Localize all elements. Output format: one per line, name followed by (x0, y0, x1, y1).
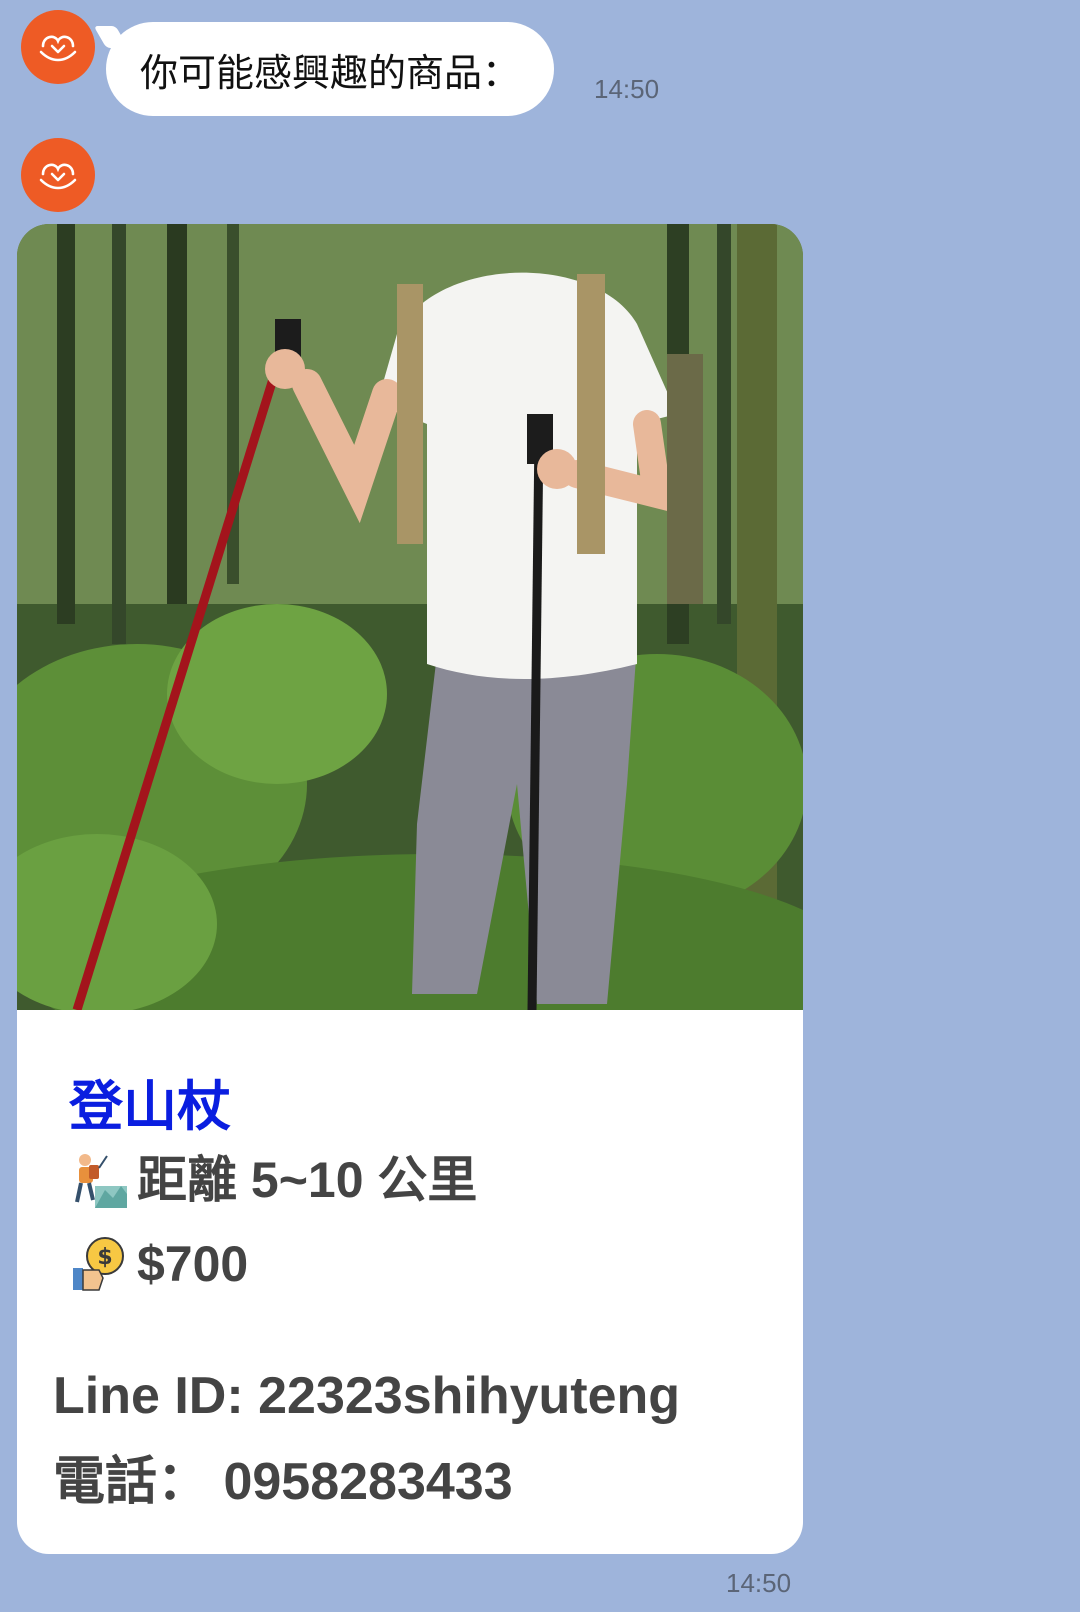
price-row: $ $700 (69, 1234, 248, 1294)
phone-text: 電話： 0958283433 (53, 1453, 513, 1511)
price-text: $700 (137, 1236, 249, 1292)
card-timestamp: 14:50 (726, 1568, 792, 1598)
product-title: 登山杖 (69, 1075, 231, 1138)
message-bubble[interactable]: 你可能感興趣的商品： (106, 22, 555, 116)
message-timestamp: 14:50 (594, 74, 660, 104)
sender-avatar[interactable] (21, 138, 95, 212)
money-hand-icon: $ (73, 1237, 124, 1291)
distance-row: 距離 5~10 公里 (69, 1150, 477, 1210)
sender-avatar[interactable] (21, 10, 95, 84)
hiker-icon (75, 1154, 127, 1208)
product-card[interactable]: 登山杖 距離 5~10 公里 $ $700 Line ID: 22323shih… (17, 224, 803, 1554)
hands-heart-icon (39, 35, 77, 62)
svg-text:$: $ (97, 1245, 112, 1270)
distance-text: 距離 5~10 公里 (137, 1152, 478, 1208)
product-photo[interactable] (17, 224, 803, 1010)
line-id-text: Line ID: 22323shihyuteng (53, 1367, 681, 1425)
hands-heart-icon (39, 163, 77, 190)
product-details: 登山杖 距離 5~10 公里 $ $700 Line ID: 22323shih… (17, 1010, 803, 1554)
message-text: 你可能感興趣的商品： (140, 50, 521, 95)
